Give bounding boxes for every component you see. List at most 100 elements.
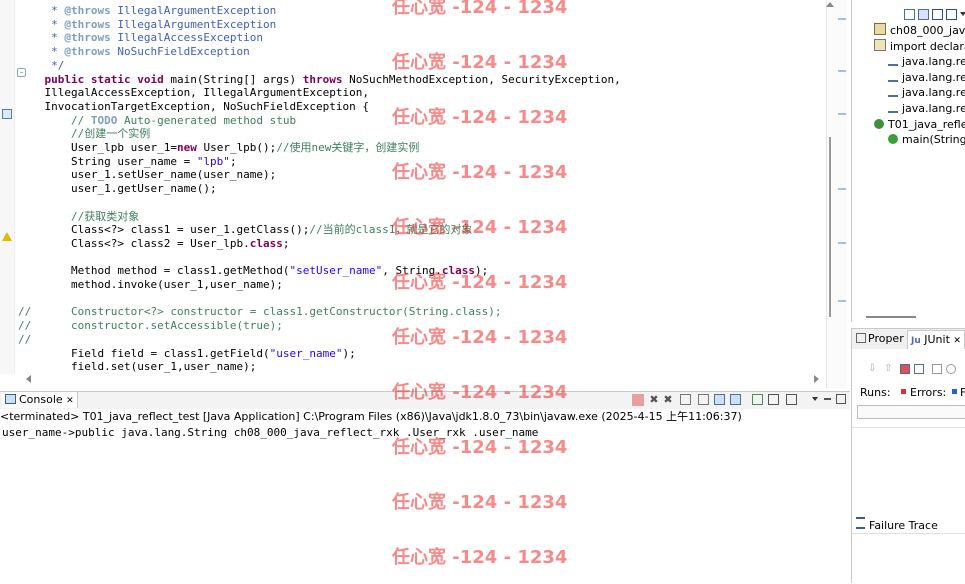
- close-icon[interactable]: ✕: [953, 336, 961, 346]
- minimize-icon[interactable]: [824, 398, 831, 400]
- task-marker-icon[interactable]: [2, 109, 12, 119]
- code-line[interactable]: IllegalAccessException, IllegalArgumentE…: [18, 86, 369, 100]
- code-token: public static void: [44, 72, 164, 86]
- outline-item[interactable]: ch08_000_java_: [874, 23, 965, 39]
- code-line[interactable]: user_1.setUser_name(user_name);: [18, 168, 276, 182]
- menu-icon[interactable]: [960, 12, 965, 16]
- code-line[interactable]: * @throws IllegalArgumentException: [18, 18, 276, 32]
- open-console-icon[interactable]: [768, 394, 779, 405]
- failures-only-icon[interactable]: [900, 364, 910, 374]
- overview-mark[interactable]: [838, 242, 846, 244]
- outline-item[interactable]: import declarat: [874, 38, 965, 55]
- outline-item[interactable]: java.lang.ref: [888, 85, 965, 101]
- prev-failure-icon[interactable]: ⇧: [884, 363, 892, 374]
- code-line[interactable]: //获取类对象: [18, 210, 139, 224]
- code-line[interactable]: // Constructor<?> constructor = class1.g…: [18, 305, 501, 319]
- code-line[interactable]: * @throws IllegalArgumentException: [18, 4, 276, 18]
- failure-trace-panel[interactable]: [852, 533, 965, 584]
- code-editor[interactable]: * @throws IllegalArgumentException * @th…: [0, 0, 848, 388]
- outline-item[interactable]: java.lang.ref: [888, 70, 965, 86]
- tab-console-label: Console: [19, 393, 63, 406]
- code-token: IllegalAccessException: [110, 31, 264, 45]
- code-line[interactable]: Field field = class1.getField("user_name…: [18, 347, 356, 361]
- outline-item[interactable]: java.lang.ref: [888, 101, 965, 117]
- tab-junit[interactable]: Ju JUnit ✕: [907, 330, 965, 349]
- terminate-icon[interactable]: [632, 394, 644, 406]
- code-line[interactable]: String user_name = "lpb";: [18, 155, 237, 169]
- code-token: "setUser_name": [289, 264, 383, 278]
- code-line[interactable]: //创建一个实例: [18, 127, 150, 141]
- code-line[interactable]: User_lpb user_1=new User_lpb();//使用new关键…: [18, 141, 419, 155]
- code-line[interactable]: * @throws IllegalAccessException: [18, 31, 263, 45]
- outline-item-label: java.lang.ref: [902, 102, 965, 115]
- new-console-icon[interactable]: [786, 394, 797, 405]
- code-token: @throws: [64, 4, 111, 17]
- scroll-lock-icon[interactable]: [698, 394, 709, 405]
- overview-mark[interactable]: [838, 188, 846, 190]
- code-line[interactable]: method.invoke(user_1,user_name);: [18, 278, 283, 292]
- code-line[interactable]: public static void main(String[] args) t…: [18, 73, 621, 87]
- code-token: user_1.setUser_name(user_name);: [18, 168, 277, 182]
- code-token: Method method = class1.getMethod(: [18, 264, 290, 278]
- code-token: TODO: [90, 113, 118, 127]
- maximize-icon[interactable]: [836, 394, 846, 404]
- outline-item[interactable]: T01_java_reflec: [874, 117, 965, 133]
- code-token: User_lpb();: [196, 141, 277, 154]
- scroll-lock-icon[interactable]: [932, 364, 942, 374]
- code-token: "lpb": [196, 154, 230, 168]
- editor-horizontal-scrollbar[interactable]: [18, 375, 824, 385]
- outline-item[interactable]: main(String: [888, 132, 965, 148]
- hide-static-icon[interactable]: [946, 9, 957, 20]
- collapse-icon[interactable]: −: [17, 68, 26, 77]
- rerun-icon[interactable]: [946, 364, 956, 374]
- collapse-all-icon[interactable]: [904, 9, 915, 20]
- overview-mark[interactable]: [838, 300, 846, 302]
- console-output[interactable]: user_name->public java.lang.String ch08_…: [0, 425, 850, 583]
- code-line[interactable]: // constructor.setAccessible(true);: [18, 319, 283, 333]
- code-line[interactable]: Class<?> class1 = user_1.getClass();//当前…: [18, 223, 472, 237]
- word-wrap-icon[interactable]: [714, 394, 725, 405]
- scroll-right-icon[interactable]: [814, 375, 819, 383]
- code-line[interactable]: * @throws NoSuchFieldException: [18, 45, 250, 59]
- overview-mark[interactable]: [838, 70, 846, 72]
- code-line[interactable]: //: [18, 333, 31, 347]
- code-token: new: [176, 141, 197, 154]
- close-icon[interactable]: ✕: [66, 396, 74, 406]
- outline-item-label: ch08_000_java_: [890, 24, 965, 37]
- code-line[interactable]: user_1.getUser_name();: [18, 182, 217, 196]
- outline-scroll-thumb[interactable]: [866, 316, 916, 318]
- tab-properties[interactable]: Proper: [854, 331, 906, 347]
- code-token: //使用new关键字，创建实例: [276, 141, 420, 154]
- code-line[interactable]: // TODO Auto-generated method stub: [18, 114, 296, 128]
- outline-item[interactable]: java.lang.ref: [888, 54, 965, 70]
- code-line[interactable]: field.set(user_1,user_name);: [18, 360, 256, 374]
- sort-icon[interactable]: [918, 9, 929, 20]
- pin-icon[interactable]: [730, 394, 741, 405]
- scroll-left-icon[interactable]: [26, 375, 31, 383]
- display-selected-icon[interactable]: [752, 394, 763, 405]
- console-status: <terminated> T01_java_reflect_test [Java…: [0, 409, 850, 426]
- code-token: //获取类对象: [18, 209, 140, 223]
- remove-all-icon[interactable]: ✖: [662, 394, 674, 406]
- remove-launch-icon[interactable]: ✖: [648, 394, 660, 406]
- code-line[interactable]: InvocationTargetException, NoSuchFieldEx…: [18, 100, 369, 114]
- test-tree[interactable]: [852, 427, 965, 514]
- outline-scrollbar[interactable]: [852, 313, 965, 321]
- copy-icon[interactable]: [680, 394, 691, 405]
- overview-mark[interactable]: [838, 18, 846, 20]
- tab-console[interactable]: Console ✕: [2, 392, 78, 408]
- code-line[interactable]: Class<?> class2 = User_lpb.class;: [18, 237, 290, 251]
- tab-junit-label: JUnit: [924, 333, 950, 346]
- view-menu-icon[interactable]: [812, 397, 818, 401]
- editor-vertical-scroll-thumb[interactable]: [829, 137, 831, 317]
- code-token: );: [474, 264, 489, 278]
- code-token: User_lpb user_1=: [18, 141, 177, 154]
- overview-mark[interactable]: [838, 113, 846, 115]
- code-line[interactable]: Method method = class1.getMethod("setUse…: [18, 264, 488, 278]
- scroll-up-icon[interactable]: [826, 2, 834, 7]
- warning-marker-icon[interactable]: [2, 232, 12, 241]
- outline-view: ch08_000_java_import declarat java.lang.r…: [851, 0, 965, 322]
- next-failure-icon[interactable]: ⇩: [868, 363, 876, 374]
- skipped-icon[interactable]: [914, 364, 924, 374]
- hide-fields-icon[interactable]: [932, 9, 943, 20]
